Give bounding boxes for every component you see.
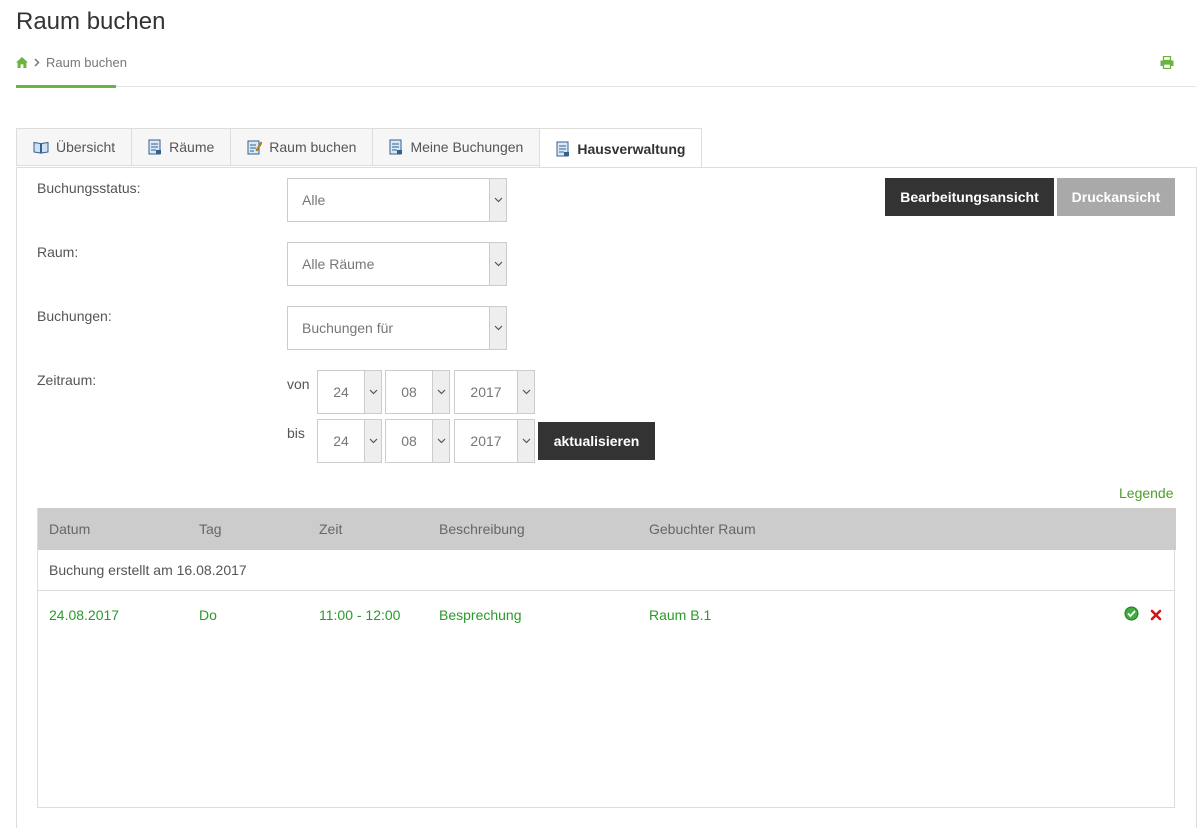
breadcrumb-divider bbox=[16, 86, 1196, 87]
from-month-select[interactable]: 08 bbox=[385, 370, 450, 414]
table-header: Datum Tag Zeit Beschreibung Gebuchter Ra… bbox=[38, 508, 1176, 550]
chevron-down-icon bbox=[364, 420, 381, 462]
breadcrumb: Raum buchen bbox=[16, 55, 127, 70]
tab-uebersicht[interactable]: Übersicht bbox=[16, 128, 132, 166]
edit-view-button[interactable]: Bearbeitungsansicht bbox=[885, 178, 1054, 216]
edit-icon bbox=[247, 140, 263, 155]
group-row: Buchung erstellt am 16.08.2017 bbox=[49, 562, 247, 578]
period-label: Zeitraum: bbox=[37, 372, 97, 388]
to-day-select[interactable]: 24 bbox=[317, 419, 382, 463]
to-month-select[interactable]: 08 bbox=[385, 419, 450, 463]
chevron-right-icon bbox=[34, 58, 40, 67]
bookings-label: Buchungen: bbox=[37, 308, 112, 324]
document-icon bbox=[148, 139, 162, 155]
room-label: Raum: bbox=[37, 244, 79, 260]
tab-bar: Übersicht Räume Raum buchen Meine Buchun… bbox=[16, 128, 703, 168]
confirm-check-icon[interactable] bbox=[1124, 606, 1139, 621]
to-label: bis bbox=[287, 425, 305, 441]
cell-date: 24.08.2017 bbox=[49, 607, 120, 623]
chevron-down-icon bbox=[517, 371, 534, 413]
home-icon[interactable] bbox=[16, 57, 28, 68]
chevron-down-icon bbox=[517, 420, 534, 462]
header-beschreibung[interactable]: Beschreibung bbox=[439, 521, 525, 537]
document-icon bbox=[556, 141, 570, 156]
document-icon bbox=[389, 139, 403, 155]
cell-day: Do bbox=[199, 607, 217, 623]
book-icon bbox=[33, 141, 49, 154]
breadcrumb-current: Raum buchen bbox=[46, 55, 127, 70]
tab-raeume[interactable]: Räume bbox=[131, 128, 231, 166]
legend-link[interactable]: Legende bbox=[1119, 485, 1174, 501]
chevron-down-icon bbox=[489, 179, 506, 221]
header-gebuchter-raum[interactable]: Gebuchter Raum bbox=[649, 521, 756, 537]
chevron-down-icon bbox=[432, 420, 449, 462]
bookings-table: Datum Tag Zeit Beschreibung Gebuchter Ra… bbox=[37, 508, 1176, 808]
chevron-down-icon bbox=[489, 243, 506, 285]
header-tag[interactable]: Tag bbox=[199, 521, 222, 537]
print-button[interactable] bbox=[1160, 55, 1174, 74]
chevron-down-icon bbox=[432, 371, 449, 413]
header-datum[interactable]: Datum bbox=[49, 521, 90, 537]
printer-icon bbox=[1160, 55, 1174, 70]
update-button[interactable]: aktualisieren bbox=[538, 422, 655, 460]
cell-description: Besprechung bbox=[439, 607, 522, 623]
chevron-down-icon bbox=[364, 371, 381, 413]
status-label: Buchungsstatus: bbox=[37, 180, 141, 196]
room-select[interactable]: Alle Räume bbox=[287, 242, 507, 286]
bookings-select[interactable]: Buchungen für bbox=[287, 306, 507, 350]
row-divider bbox=[38, 590, 1175, 591]
delete-x-icon[interactable] bbox=[1150, 609, 1162, 621]
from-label: von bbox=[287, 376, 310, 392]
cell-room: Raum B.1 bbox=[649, 607, 712, 623]
tab-raum-buchen[interactable]: Raum buchen bbox=[230, 128, 373, 166]
to-year-select[interactable]: 2017 bbox=[454, 419, 535, 463]
cell-time: 11:00 - 12:00 bbox=[319, 607, 401, 623]
header-zeit[interactable]: Zeit bbox=[319, 521, 342, 537]
from-day-select[interactable]: 24 bbox=[317, 370, 382, 414]
tab-meine-buchungen[interactable]: Meine Buchungen bbox=[372, 128, 540, 166]
tab-hausverwaltung[interactable]: Hausverwaltung bbox=[539, 128, 703, 168]
from-year-select[interactable]: 2017 bbox=[454, 370, 535, 414]
chevron-down-icon bbox=[489, 307, 506, 349]
breadcrumb-accent bbox=[16, 85, 116, 88]
page-title: Raum buchen bbox=[16, 8, 166, 35]
status-select[interactable]: Alle bbox=[287, 178, 507, 222]
print-view-button[interactable]: Druckansicht bbox=[1057, 178, 1175, 216]
